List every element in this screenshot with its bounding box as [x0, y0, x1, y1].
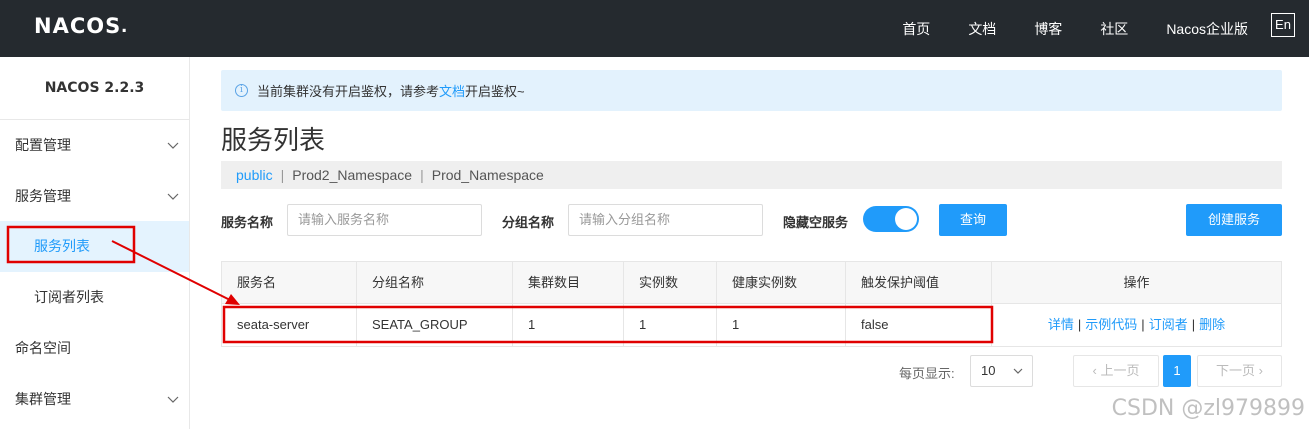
table-header: 服务名 分组名称 集群数目 实例数 健康实例数 触发保护阈值 操作 — [222, 262, 1281, 304]
prev-page-button[interactable]: ‹ 上一页 — [1073, 355, 1159, 387]
page-size-select[interactable]: 10 — [970, 355, 1033, 387]
op-separator: | — [1191, 317, 1196, 332]
service-table: 服务名 分组名称 集群数目 实例数 健康实例数 触发保护阈值 操作 seata-… — [221, 261, 1282, 347]
page-title: 服务列表 — [221, 125, 326, 155]
notice-prefix: 当前集群没有开启鉴权，请参考 — [257, 84, 440, 99]
watermark: CSDN @zl979899 — [1111, 396, 1305, 421]
toggle-knob — [895, 208, 917, 230]
sidebar-item-service-management[interactable]: 服务管理 — [0, 171, 189, 222]
chevron-down-icon — [167, 193, 179, 200]
chevron-down-icon — [167, 396, 179, 403]
nav-enterprise[interactable]: Nacos企业版 — [1166, 19, 1248, 39]
sidebar-item-label: 配置管理 — [15, 137, 71, 153]
cell-operations: 详情 | 示例代码 | 订阅者 | 删除 — [992, 304, 1281, 346]
table-row: seata-server SEATA_GROUP 1 1 1 false 详情 |… — [222, 304, 1281, 346]
pagination: 每页显示: 10 ‹ 上一页 1 下一页 › — [890, 355, 1282, 387]
namespace-bar: public | Prod2_Namespace | Prod_Namespac… — [221, 161, 1282, 189]
cell-threshold: false — [846, 304, 992, 346]
cell-group-name: SEATA_GROUP — [357, 304, 513, 346]
hide-empty-toggle[interactable] — [863, 206, 919, 232]
column-header: 集群数目 — [513, 262, 624, 303]
nav-home[interactable]: 首页 — [902, 19, 930, 39]
sidebar-item-service-list[interactable]: 服务列表 — [0, 221, 189, 272]
page-size-value: 10 — [981, 363, 996, 378]
sidebar-item-label: 订阅者列表 — [34, 289, 104, 305]
sidebar-item-label: 命名空间 — [15, 340, 71, 356]
sidebar-item-label: 服务列表 — [34, 238, 90, 254]
column-header: 健康实例数 — [717, 262, 846, 303]
main-content: i 当前集群没有开启鉴权，请参考 文档 开启鉴权~ 服务列表 public | Pr… — [190, 57, 1309, 429]
column-header: 服务名 — [222, 262, 357, 303]
next-page-button[interactable]: 下一页 › — [1197, 355, 1282, 387]
sidebar-item-cluster-management[interactable]: 集群管理 — [0, 374, 189, 425]
chevron-right-icon: › — [1255, 363, 1263, 378]
cell-instance-count: 1 — [624, 304, 717, 346]
op-separator: | — [1141, 317, 1145, 332]
group-name-label: 分组名称 — [502, 215, 555, 230]
sidebar-item-label: 集群管理 — [15, 391, 71, 407]
sidebar-item-label: 服务管理 — [15, 188, 71, 204]
namespace-prod2[interactable]: Prod2_Namespace — [292, 167, 412, 183]
nav-blog[interactable]: 博客 — [1034, 19, 1062, 39]
sidebar: NACOS 2.2.3 配置管理 服务管理 服务列表 订阅者列表 命名空间 集群… — [0, 57, 190, 429]
logo-text: NACOS — [34, 14, 122, 38]
column-header: 触发保护阈值 — [846, 262, 992, 303]
cell-healthy-count: 1 — [717, 304, 846, 346]
details-link[interactable]: 详情 — [1048, 317, 1074, 332]
next-page-label: 下一页 — [1216, 363, 1256, 378]
subscribers-link[interactable]: 订阅者 — [1149, 317, 1188, 332]
sidebar-title: NACOS 2.2.3 — [0, 57, 189, 120]
notice-docs-link[interactable]: 文档 — [439, 81, 465, 100]
query-button[interactable]: 查询 — [939, 204, 1007, 236]
sidebar-item-subscriber-list[interactable]: 订阅者列表 — [0, 272, 189, 323]
service-name-label: 服务名称 — [221, 215, 274, 230]
column-header: 分组名称 — [357, 262, 513, 303]
namespace-prod[interactable]: Prod_Namespace — [432, 167, 544, 183]
group-name-input[interactable]: 请输入分组名称 — [568, 204, 763, 236]
chevron-down-icon — [1013, 368, 1023, 374]
sample-code-link[interactable]: 示例代码 — [1085, 317, 1137, 332]
logo-dot: . — [121, 14, 128, 37]
auth-notice: i 当前集群没有开启鉴权，请参考 文档 开启鉴权~ — [221, 70, 1282, 111]
page-size-label: 每页显示: — [899, 366, 955, 381]
sidebar-item-config-management[interactable]: 配置管理 — [0, 120, 189, 171]
nav-community[interactable]: 社区 — [1100, 19, 1128, 39]
filter-bar: 服务名称 请输入服务名称 分组名称 请输入分组名称 隐藏空服务 查询 创建服务 — [221, 204, 1282, 236]
top-navbar: NACOS. 首页 文档 博客 社区 Nacos企业版 En — [0, 0, 1309, 57]
namespace-public[interactable]: public — [236, 167, 273, 183]
top-nav-links: 首页 文档 博客 社区 Nacos企业版 — [902, 0, 1248, 57]
nav-docs[interactable]: 文档 — [968, 19, 996, 39]
column-header: 实例数 — [624, 262, 717, 303]
nacos-logo[interactable]: NACOS. — [34, 14, 127, 38]
notice-suffix: 开启鉴权~ — [465, 84, 525, 99]
create-service-button[interactable]: 创建服务 — [1186, 204, 1282, 236]
namespace-separator: | — [420, 167, 424, 183]
cell-cluster-count: 1 — [513, 304, 624, 346]
language-switch-button[interactable]: En — [1271, 13, 1295, 37]
service-name-input[interactable]: 请输入服务名称 — [287, 204, 482, 236]
delete-link[interactable]: 删除 — [1199, 317, 1225, 332]
chevron-down-icon — [167, 142, 179, 149]
info-icon: i — [235, 84, 248, 97]
cell-service-name: seata-server — [222, 304, 357, 346]
current-page-button[interactable]: 1 — [1163, 355, 1191, 387]
op-separator: | — [1077, 317, 1082, 332]
column-header: 操作 — [1123, 275, 1150, 290]
hide-empty-label: 隐藏空服务 — [783, 215, 849, 230]
prev-page-label: 上一页 — [1100, 363, 1140, 378]
sidebar-item-namespace[interactable]: 命名空间 — [0, 323, 189, 374]
namespace-separator: | — [280, 167, 285, 183]
